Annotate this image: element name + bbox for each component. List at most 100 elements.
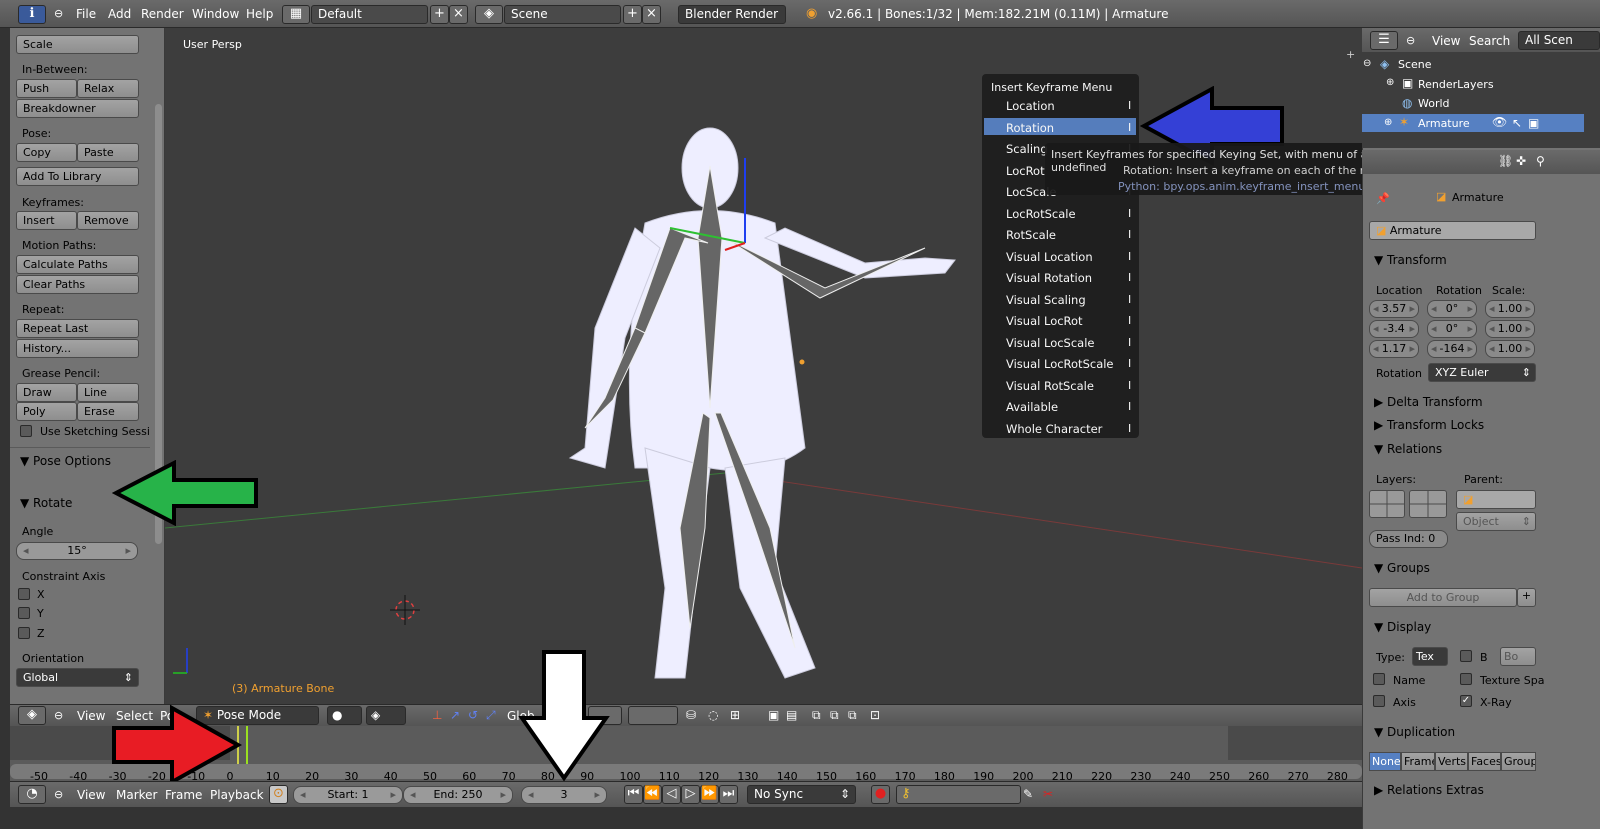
duplication-group-button[interactable]: Group: [1501, 752, 1536, 771]
rotate-header[interactable]: ▼ Rotate: [20, 496, 72, 510]
visibility-eye-icon[interactable]: 👁: [1492, 115, 1507, 129]
outliner-item-renderlayers[interactable]: RenderLayers: [1418, 78, 1494, 91]
line-button[interactable]: Line: [77, 383, 139, 402]
menu-item-visual-rotation[interactable]: Visual Rotation: [1006, 271, 1092, 285]
jump-keyframe-back-icon[interactable]: ⏪: [643, 785, 662, 804]
current-frame-field[interactable]: ◂ 3 ▸: [521, 786, 607, 804]
timeline-playback-menu[interactable]: Playback: [210, 788, 264, 802]
constraint-x-checkbox[interactable]: [18, 588, 30, 600]
location-x-field[interactable]: ◂ 3.57 ▸: [1369, 300, 1419, 318]
keying-set-select[interactable]: ⚷: [896, 785, 1021, 804]
add-scene-icon[interactable]: +: [623, 5, 642, 24]
scene-icon[interactable]: ◈: [475, 5, 503, 24]
scale-button[interactable]: Scale: [16, 35, 139, 54]
layers-grid-right[interactable]: [1409, 490, 1447, 518]
rotation-x-field[interactable]: ◂ 0° ▸: [1427, 300, 1477, 318]
pin-icon[interactable]: 📌: [1376, 192, 1390, 205]
location-z-field[interactable]: ◂ 1.17 ▸: [1369, 340, 1419, 358]
outliner-search-menu[interactable]: Search: [1469, 34, 1510, 48]
view-menu[interactable]: View: [77, 709, 105, 723]
play-icon[interactable]: ▷: [681, 785, 700, 804]
constraint-y-checkbox[interactable]: [18, 607, 30, 619]
rotation-z-field[interactable]: ◂ -164 ▸: [1427, 340, 1477, 358]
scale-icon[interactable]: ⤢: [486, 708, 496, 723]
breakdowner-button[interactable]: Breakdowner: [16, 99, 139, 118]
jump-start-icon[interactable]: ⏮: [624, 785, 643, 804]
end-frame-field[interactable]: ◂ End: 250 ▸: [403, 786, 513, 804]
collapse-icon[interactable]: ⊖: [54, 7, 63, 20]
remove-keyframe-button[interactable]: Remove: [77, 211, 139, 230]
menu-item-visual-scaling[interactable]: Visual Scaling: [1006, 293, 1086, 307]
remove-scene-icon[interactable]: ×: [642, 5, 661, 24]
timeline-marker-menu[interactable]: Marker: [116, 788, 157, 802]
transform-header[interactable]: ▼ Transform: [1374, 253, 1447, 267]
pivot-point-select[interactable]: ◈: [366, 706, 406, 725]
scene-field[interactable]: Scene: [504, 5, 621, 24]
menu-item-whole-character[interactable]: Whole Character: [1006, 422, 1102, 436]
play-reverse-icon[interactable]: ◁: [662, 785, 681, 804]
scale-y-field[interactable]: ◂ 1.00 ▸: [1485, 320, 1535, 338]
menu-item-locrot[interactable]: LocRot: [1006, 164, 1045, 178]
name-checkbox[interactable]: [1373, 673, 1385, 685]
constraint-z-checkbox[interactable]: [18, 627, 30, 639]
transform-locks-header[interactable]: ▶ Transform Locks: [1374, 418, 1484, 432]
add-layout-icon[interactable]: +: [430, 5, 449, 24]
menu-item-visual-locscale[interactable]: Visual LocScale: [1006, 336, 1095, 350]
proportional-edit-icon[interactable]: ◌: [708, 708, 718, 722]
manipulator-icon[interactable]: ⊥: [432, 708, 442, 722]
snap-icon[interactable]: ⊞: [730, 708, 740, 722]
layers-button-2[interactable]: [628, 706, 678, 725]
menu-item-locrotscale[interactable]: LocRotScale: [1006, 207, 1076, 221]
calculate-paths-button[interactable]: Calculate Paths: [16, 255, 139, 274]
axis-checkbox[interactable]: [1373, 695, 1385, 707]
menu-item-scaling[interactable]: Scaling: [1006, 142, 1048, 156]
outliner-display-select[interactable]: All Scen: [1518, 31, 1600, 50]
menu-window[interactable]: Window: [192, 7, 239, 21]
duplication-faces-button[interactable]: Faces: [1468, 752, 1501, 771]
timeline-collapse-icon[interactable]: ⊖: [54, 788, 63, 801]
texture-space-checkbox[interactable]: [1460, 673, 1472, 685]
add-to-library-button[interactable]: Add To Library: [16, 167, 139, 186]
angle-field[interactable]: ◂ 15° ▸: [16, 542, 138, 560]
select-cursor-icon[interactable]: ↖: [1512, 116, 1522, 130]
parent-field[interactable]: ◪: [1456, 490, 1536, 509]
rotation-y-field[interactable]: ◂ 0° ▸: [1427, 320, 1477, 338]
copy-pose-button[interactable]: Copy: [16, 143, 77, 162]
menu-render[interactable]: Render: [141, 7, 184, 21]
bounds-type-select[interactable]: Bo: [1500, 647, 1536, 666]
outliner-view-menu[interactable]: View: [1432, 34, 1460, 48]
duplication-verts-button[interactable]: Verts: [1435, 752, 1468, 771]
duplication-none-button[interactable]: None: [1369, 752, 1401, 771]
expand-icon[interactable]: ⊕: [1386, 77, 1394, 88]
render-engine-select[interactable]: Blender Render: [678, 5, 786, 24]
outliner-item-scene[interactable]: Scene: [1398, 58, 1432, 71]
push-button[interactable]: Push: [16, 79, 77, 98]
3d-view-editor-icon[interactable]: ◈: [18, 706, 46, 725]
rotate-icon[interactable]: ↺: [468, 708, 478, 722]
menu-item-rotscale[interactable]: RotScale: [1006, 228, 1056, 242]
erase-button[interactable]: Erase: [77, 402, 139, 421]
remove-layout-icon[interactable]: ×: [449, 5, 468, 24]
expand-icon[interactable]: ⊖: [1363, 58, 1371, 69]
relations-extras-header[interactable]: ▶ Relations Extras: [1374, 783, 1484, 797]
menu-file[interactable]: File: [76, 7, 96, 21]
menu-item-visual-locrot[interactable]: Visual LocRot: [1006, 314, 1083, 328]
expand-icon[interactable]: ⊕: [1384, 117, 1392, 128]
repeat-last-button[interactable]: Repeat Last: [16, 319, 139, 338]
pose-options-header[interactable]: ▼ Pose Options: [20, 454, 111, 468]
sketching-checkbox[interactable]: [20, 425, 32, 437]
rotation-mode-select[interactable]: XYZ Euler ⇕: [1428, 363, 1536, 382]
jump-end-icon[interactable]: ⏭: [719, 785, 738, 804]
add-to-group-button[interactable]: Add to Group: [1369, 588, 1517, 607]
relations-header[interactable]: ▼ Relations: [1374, 442, 1442, 456]
bounds-checkbox[interactable]: [1460, 650, 1472, 662]
auto-key-icon[interactable]: ⊡: [870, 708, 880, 722]
viewport-shading-select[interactable]: ●: [327, 706, 362, 725]
history-button[interactable]: History...: [16, 339, 139, 358]
sync-mode-select[interactable]: No Sync ⇕: [747, 785, 856, 804]
outliner-item-armature[interactable]: Armature: [1418, 117, 1470, 130]
outliner-item-world[interactable]: World: [1418, 97, 1450, 110]
screen-layout-icon[interactable]: ▦: [282, 5, 310, 24]
menu-item-available[interactable]: Available: [1006, 400, 1058, 414]
display-type-select[interactable]: Tex: [1412, 647, 1448, 666]
